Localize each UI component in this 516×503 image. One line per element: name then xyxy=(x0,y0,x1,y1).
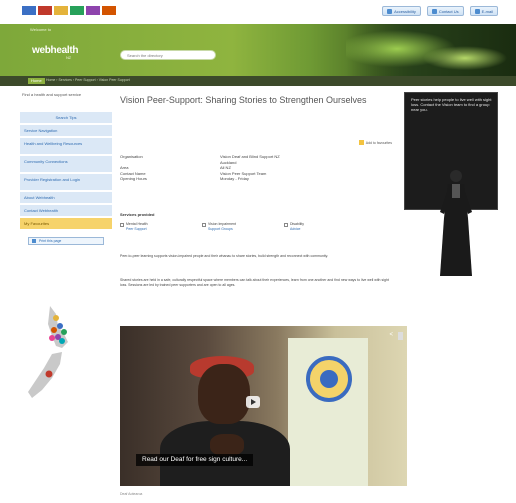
sidebar-item-search-tips[interactable]: Search Tips xyxy=(20,112,112,125)
language-flags xyxy=(22,6,116,15)
site-logo[interactable]: webhealth NZ xyxy=(32,45,79,60)
sidebar-item-health-resources[interactable]: Health and Wellbeing Resources xyxy=(20,138,112,156)
breadcrumb[interactable]: Home › Services › Peer Support › Vision … xyxy=(46,78,130,82)
page-title: Vision Peer-Support: Sharing Stories to … xyxy=(120,95,367,105)
print-icon xyxy=(32,239,36,243)
utility-links: Accessibility Contact Us E-mail xyxy=(382,6,498,16)
main-content: Vision Peer-Support: Sharing Stories to … xyxy=(120,94,400,287)
left-sidebar: Find a health and support service Search… xyxy=(20,92,112,398)
service-details: Organisation Vision Deaf and Blind Suppor… xyxy=(120,154,395,182)
play-icon[interactable] xyxy=(246,396,260,408)
sidebar-item-contact[interactable]: Contact Webhealth xyxy=(20,205,112,218)
service-item[interactable]: Disability Advice xyxy=(284,222,304,231)
checkbox-icon xyxy=(120,223,124,227)
mail-icon xyxy=(431,8,437,14)
envelope-icon xyxy=(474,8,480,14)
sidebar-item-community[interactable]: Community Connections xyxy=(20,156,112,174)
flag-icon[interactable] xyxy=(70,6,84,15)
flag-icon[interactable] xyxy=(102,6,116,15)
header-tagline: Welcome to xyxy=(30,27,52,32)
video-player[interactable]: < Read our Deaf for free sign culture... xyxy=(120,326,407,486)
sidebar-item-service-navigation[interactable]: Service Navigation xyxy=(20,125,112,138)
service-item[interactable]: Vision Impairment Support Groups xyxy=(202,222,236,231)
checkbox-icon xyxy=(202,223,206,227)
accessibility-link[interactable]: Accessibility xyxy=(382,6,421,16)
star-icon xyxy=(358,140,364,145)
services-heading: Services provided xyxy=(120,212,155,217)
search-input[interactable]: Search the directory xyxy=(120,50,216,60)
description-paragraph: Peer-to-peer learning supports vision-im… xyxy=(120,254,329,258)
video-caption: Read our Deaf for free sign culture... xyxy=(136,454,254,466)
detail-row: Opening Hours Monday - Friday xyxy=(120,176,249,181)
promo-text: Peer stories help people to live well wi… xyxy=(411,97,492,112)
contact-us-link[interactable]: Contact Us xyxy=(426,6,464,16)
video-note: Deaf Aotearoa xyxy=(120,492,143,496)
more-options-icon[interactable] xyxy=(398,332,403,340)
nz-map-image[interactable] xyxy=(22,304,92,404)
sidebar-item-about[interactable]: About Webhealth xyxy=(20,192,112,205)
poster-logo-icon xyxy=(306,356,352,402)
checkbox-icon xyxy=(284,223,288,227)
flag-icon[interactable] xyxy=(86,6,100,15)
utility-bar: Accessibility Contact Us E-mail xyxy=(0,0,516,24)
person-figure-image xyxy=(440,170,472,276)
flag-icon[interactable] xyxy=(38,6,52,15)
breadcrumb-bar: Home Home › Services › Peer Support › Vi… xyxy=(0,76,516,86)
share-icon[interactable]: < xyxy=(389,332,393,338)
flag-icon[interactable] xyxy=(54,6,68,15)
person-head xyxy=(198,364,250,424)
accessibility-icon xyxy=(387,8,393,14)
signing-hands xyxy=(210,434,244,456)
sidebar-item-provider-login[interactable]: Provider Registration and Login xyxy=(20,174,112,192)
flag-icon[interactable] xyxy=(22,6,36,15)
print-button[interactable]: Print this page xyxy=(28,237,104,245)
email-link[interactable]: E-mail xyxy=(469,6,498,16)
sidebar-menu: Search Tips Service Navigation Health an… xyxy=(20,112,112,231)
service-item[interactable]: Mental Health Peer Support xyxy=(120,222,148,231)
sidebar-intro: Find a health and support service xyxy=(22,92,82,97)
add-favourite-link[interactable]: Add to favourites xyxy=(358,140,392,145)
home-link[interactable]: Home xyxy=(28,78,45,84)
sidebar-item-favourites[interactable]: My Favourites xyxy=(20,218,112,231)
description-paragraph: Shared stories are held in a safe, cultu… xyxy=(120,278,389,287)
